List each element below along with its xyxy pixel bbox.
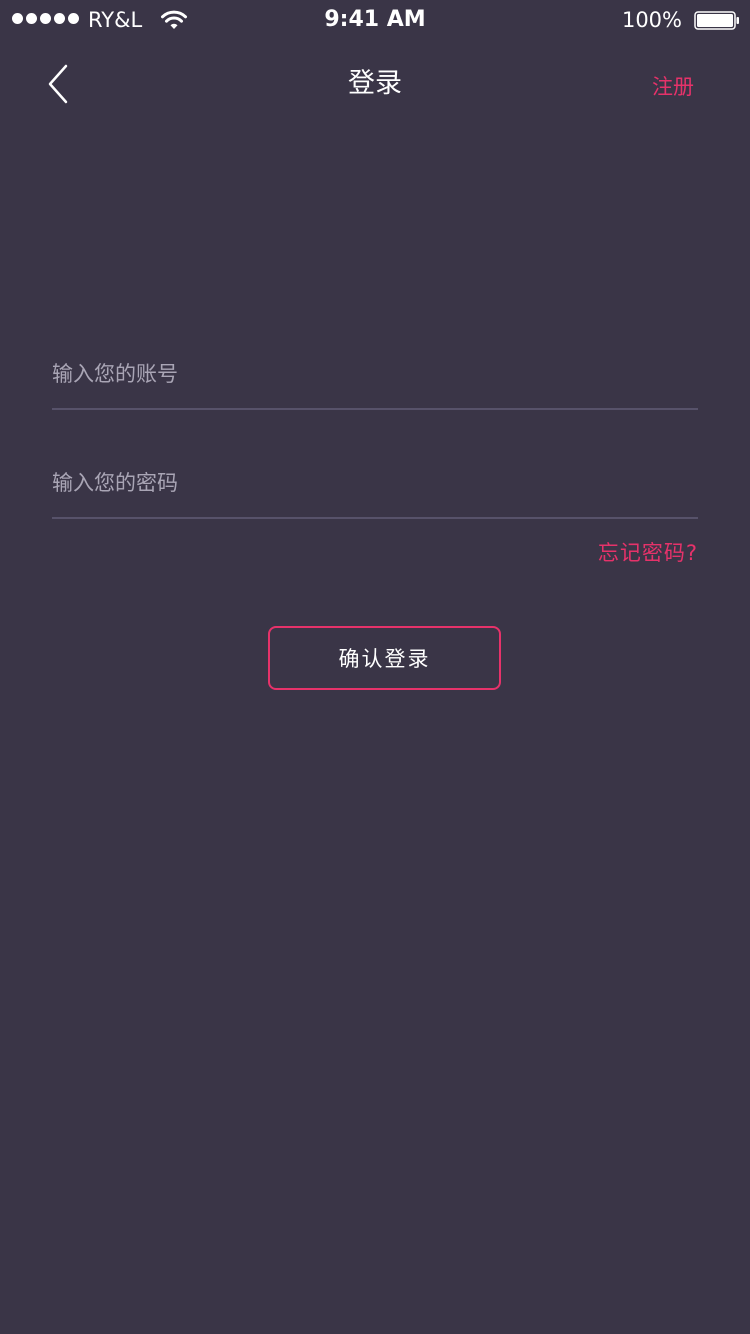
battery-percentage: 100%	[621, 8, 682, 32]
account-field	[52, 348, 698, 410]
battery-icon	[694, 11, 739, 30]
page-title: 登录	[348, 68, 402, 99]
password-field	[52, 457, 698, 519]
status-bar: RY&L 9:41 AM 100%	[0, 0, 750, 40]
password-input[interactable]	[52, 457, 698, 509]
confirm-login-button[interactable]: 确认登录	[268, 626, 501, 690]
register-link[interactable]: 注册	[652, 72, 694, 102]
account-input[interactable]	[52, 348, 698, 400]
forgot-password-link[interactable]: 忘记密码?	[598, 538, 698, 568]
